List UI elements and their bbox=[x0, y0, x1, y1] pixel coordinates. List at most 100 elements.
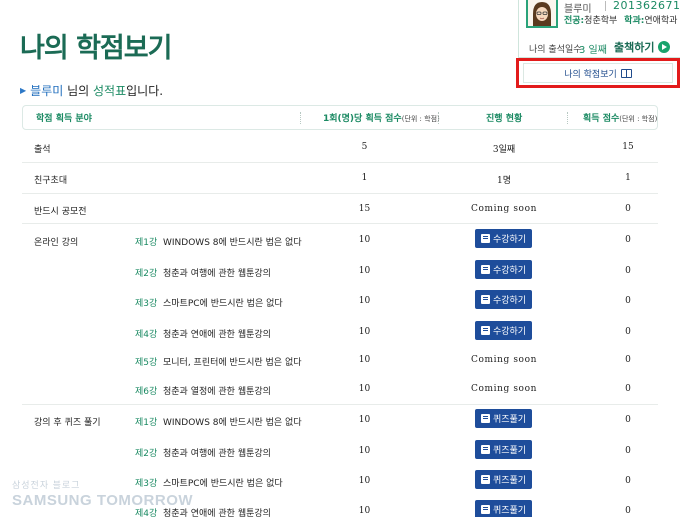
row-divider bbox=[22, 193, 658, 194]
row-points: 10 bbox=[358, 327, 371, 337]
row-earned: 15 bbox=[622, 142, 634, 152]
table-row: 온라인 강의 제1강 WINDOWS 8에 반드시란 법은 없다 10 수강하기… bbox=[22, 229, 658, 253]
row-earned: 0 bbox=[625, 355, 631, 365]
quiz-button[interactable]: 퀴즈풀기 bbox=[475, 470, 532, 489]
row-points: 10 bbox=[358, 355, 371, 365]
page-title: 나의 학점보기 bbox=[20, 33, 172, 64]
watermark-top: 삼성전자 블로그 bbox=[12, 480, 81, 490]
lecture-title: 청춘과 여행에 관한 웹툰강의 bbox=[163, 269, 271, 279]
lecture-number: 제1강 bbox=[135, 238, 158, 248]
enroll-button-label: 수강하기 bbox=[492, 235, 527, 245]
header-separator bbox=[438, 112, 439, 124]
enroll-button[interactable]: 수강하기 bbox=[475, 290, 532, 309]
row-earned: 0 bbox=[625, 384, 631, 394]
row-earned: 0 bbox=[625, 266, 631, 276]
lecture-title: 청춘과 여행에 관한 웹툰강의 bbox=[163, 449, 271, 459]
watermark: 삼성전자 블로그 SAMSUNG TOMORROW bbox=[12, 478, 193, 509]
row-earned: 0 bbox=[625, 506, 631, 516]
row-earned: 0 bbox=[625, 204, 631, 214]
my-grade-button[interactable]: 나의 학점보기 bbox=[523, 63, 673, 83]
row-field: 강의 후 퀴즈 풀기 bbox=[34, 418, 101, 428]
header-points: 1회(명)당 획득 점수(단위 : 학점) bbox=[323, 111, 440, 124]
row-earned: 0 bbox=[625, 235, 631, 245]
row-status: 1명 bbox=[496, 176, 511, 186]
lecture-number: 제2강 bbox=[135, 449, 158, 459]
document-icon bbox=[480, 505, 490, 514]
row-earned: 0 bbox=[625, 327, 631, 337]
table-row: 출석 5 3일째 15 bbox=[22, 140, 658, 160]
document-icon bbox=[480, 414, 490, 423]
intro-name: 블루미 bbox=[30, 84, 64, 98]
lecture-number: 제2강 bbox=[135, 269, 158, 279]
enroll-button[interactable]: 수강하기 bbox=[475, 260, 532, 279]
enroll-button-label: 수강하기 bbox=[492, 266, 527, 276]
row-points: 10 bbox=[358, 384, 371, 394]
row-earned: 0 bbox=[625, 415, 631, 425]
table-row: 제4강 청춘과 연애에 관한 웹툰강의 10 수강하기 0 bbox=[22, 321, 658, 345]
intro-tail: 입니다. bbox=[126, 84, 164, 98]
table-row: 친구초대 1 1명 1 bbox=[22, 171, 658, 191]
row-earned: 0 bbox=[625, 296, 631, 306]
row-divider bbox=[22, 223, 658, 224]
header-field: 학점 획득 분야 bbox=[36, 114, 92, 124]
enroll-button[interactable]: 수강하기 bbox=[475, 321, 532, 340]
row-divider bbox=[22, 162, 658, 163]
row-status: Coming soon bbox=[471, 355, 537, 365]
row-points: 1 bbox=[361, 173, 368, 183]
lecture-title: WINDOWS 8에 반드시란 법은 없다 bbox=[163, 418, 302, 428]
document-icon bbox=[480, 265, 490, 274]
row-points: 5 bbox=[361, 142, 368, 152]
attend-button[interactable]: 출책하기 bbox=[614, 39, 671, 55]
quiz-button[interactable]: 퀴즈풀기 bbox=[475, 440, 532, 459]
quiz-button[interactable]: 퀴즈풀기 bbox=[475, 500, 532, 517]
header-separator bbox=[300, 112, 301, 124]
major-value: 청춘학부 bbox=[584, 16, 618, 26]
lecture-number: 제4강 bbox=[135, 330, 158, 340]
header-points-unit: (단위 : 학점) bbox=[401, 115, 440, 123]
table-row: 제2강 청춘과 여행에 관한 웹툰강의 10 퀴즈풀기 0 bbox=[22, 440, 658, 464]
row-field: 온라인 강의 bbox=[34, 238, 79, 248]
row-divider bbox=[22, 404, 658, 405]
avatar bbox=[526, 0, 558, 28]
enroll-button[interactable]: 수강하기 bbox=[475, 229, 532, 248]
dept-label: 학과: bbox=[624, 16, 645, 26]
row-points: 10 bbox=[358, 266, 371, 276]
profile-panel: 블루미 2013626719 전공:청춘학부 학과:연애학과 나의 출석일수 3… bbox=[518, 0, 680, 58]
row-points: 10 bbox=[358, 476, 371, 486]
row-points: 10 bbox=[358, 235, 371, 245]
row-points: 15 bbox=[358, 204, 371, 214]
user-avatar-icon bbox=[533, 2, 551, 26]
table-row: 제2강 청춘과 여행에 관한 웹툰강의 10 수강하기 0 bbox=[22, 260, 658, 284]
document-icon bbox=[480, 295, 490, 304]
dept-value: 연애학과 bbox=[644, 16, 678, 26]
lecture-title: 스마트PC에 반드시란 법은 없다 bbox=[163, 299, 283, 309]
lecture-title: 청춘과 열정에 관한 웹툰강의 bbox=[163, 387, 271, 397]
row-points: 10 bbox=[358, 296, 371, 306]
header-points-label: 1회(명)당 획득 점수 bbox=[323, 114, 402, 124]
lecture-title: WINDOWS 8에 반드시란 법은 없다 bbox=[163, 238, 302, 248]
row-status: Coming soon bbox=[471, 384, 537, 394]
profile-separator bbox=[605, 1, 606, 11]
lecture-number: 제1강 bbox=[135, 418, 158, 428]
table-row: 제6강 청춘과 열정에 관한 웹툰강의 10 Coming soon 0 bbox=[22, 382, 658, 402]
row-status: Coming soon bbox=[471, 204, 537, 214]
row-field: 반드시 공모전 bbox=[34, 207, 87, 217]
lecture-number: 제6강 bbox=[135, 387, 158, 397]
lecture-number: 제5강 bbox=[135, 358, 158, 368]
profile-major-dept: 전공:청춘학부 학과:연애학과 bbox=[564, 13, 677, 26]
row-earned: 0 bbox=[625, 476, 631, 486]
quiz-button-label: 퀴즈풀기 bbox=[492, 446, 527, 456]
major-label: 전공: bbox=[564, 16, 585, 26]
row-field: 출석 bbox=[34, 145, 51, 155]
intro-text: ▶ 블루미 님의 성적표입니다. bbox=[20, 82, 163, 99]
table-header: 학점 획득 분야 1회(명)당 획득 점수(단위 : 학점) 진행 현황 획득 … bbox=[22, 105, 658, 130]
my-grade-highlight: 나의 학점보기 bbox=[516, 58, 680, 88]
intro-word: 성적표 bbox=[93, 84, 127, 98]
quiz-button-label: 퀴즈풀기 bbox=[492, 476, 527, 486]
intro-mid: 님의 bbox=[63, 84, 93, 98]
quiz-button[interactable]: 퀴즈풀기 bbox=[475, 409, 532, 428]
attendance-count: 3 일째 bbox=[579, 45, 607, 56]
profile-student-id: 2013626719 bbox=[613, 0, 680, 12]
document-icon bbox=[480, 326, 490, 335]
row-status: 3일째 bbox=[492, 145, 516, 155]
